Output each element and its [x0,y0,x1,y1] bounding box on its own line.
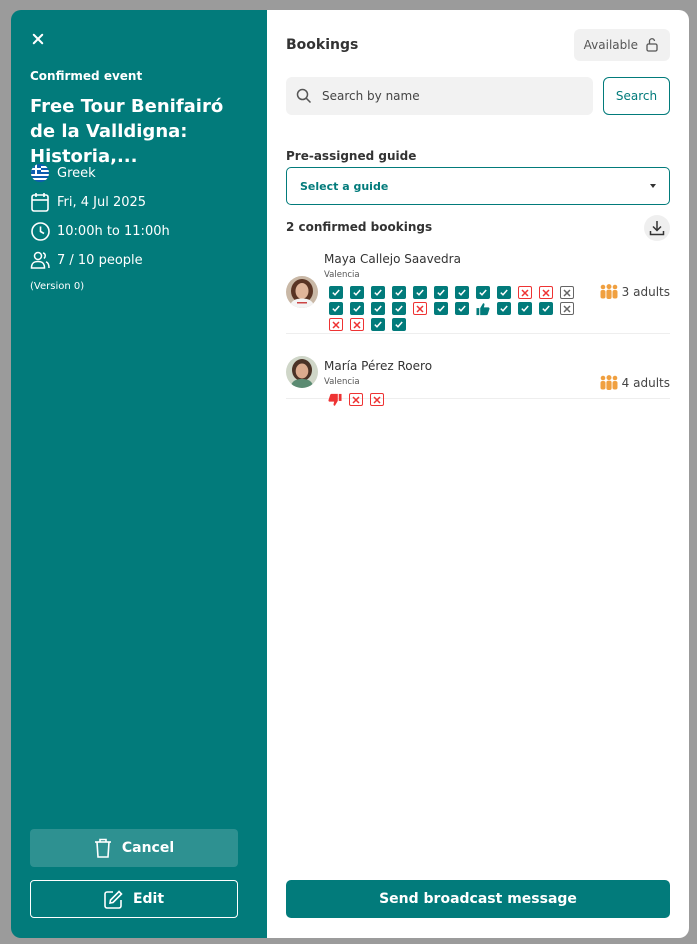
group-icon [600,375,618,390]
event-date-label: Fri, 4 Jul 2025 [57,194,147,210]
event-title: Free Tour Benifairó de la Valldigna: His… [30,96,224,167]
edit-button[interactable]: Edit [30,880,238,918]
clock-icon [30,221,50,241]
attended-check-icon [392,286,406,299]
edit-button-label: Edit [132,891,165,907]
booking-location: Valencia [324,377,360,387]
attended-check-icon [392,318,406,331]
booking-row[interactable]: María Pérez Roero Valencia 4 adults [286,348,670,406]
absent-cross-icon [350,318,364,331]
attendance-marks [328,393,591,406]
absent-cross-icon [349,393,363,406]
booking-people: 3 adults [599,284,670,299]
attended-check-icon [350,302,364,315]
booking-people-label: 4 adults [621,375,670,390]
absent-cross-icon [370,393,384,406]
booking-row[interactable]: Maya Callejo Saavedra Valencia 3 adults [286,251,670,334]
attended-check-icon [371,302,385,315]
cancel-button-label: Cancel [121,840,175,856]
event-status: Confirmed event [30,69,143,83]
booking-people-label: 3 adults [621,284,670,299]
attended-check-icon [476,286,490,299]
attended-check-icon [518,302,532,315]
attended-check-icon [371,318,385,331]
attended-check-icon [434,302,448,315]
attended-check-icon [497,302,511,315]
search-icon [296,88,312,104]
attended-check-icon [329,286,343,299]
booking-name: Maya Callejo Saavedra [324,252,461,266]
edit-icon [104,889,123,909]
attended-check-icon [392,302,406,315]
search-button[interactable]: Search [603,77,670,115]
event-people-label: 7 / 10 people [57,252,143,268]
chevron-down-icon [650,184,656,188]
booking-name: María Pérez Roero [324,359,433,373]
download-button[interactable] [644,215,670,241]
attended-check-icon [413,286,427,299]
absent-cross-icon [518,286,532,299]
unlock-icon [646,38,658,52]
greece-flag-icon [30,163,50,183]
attended-check-icon [455,286,469,299]
broadcast-button[interactable]: Send broadcast message [286,880,670,918]
event-info-panel: Confirmed event Free Tour Benifairó de l… [11,10,267,938]
close-icon[interactable] [29,30,47,48]
people-icon [30,250,50,270]
no-show-cross-icon [560,302,574,315]
absent-cross-icon [539,286,553,299]
avatar [286,356,318,388]
search-field [286,77,593,115]
event-time-label: 10:00h to 11:00h [57,223,170,239]
event-people: 7 / 10 people [30,250,143,270]
avatar [286,276,318,308]
event-language-label: Greek [57,165,96,181]
download-icon [649,221,665,236]
search-input[interactable] [322,89,572,103]
thumb-up-icon [476,302,490,315]
event-time: 10:00h to 11:00h [30,221,170,241]
availability-label: Available [583,38,638,52]
cancel-button[interactable]: Cancel [30,829,238,867]
booking-people: 4 adults [599,375,670,390]
attended-check-icon [455,302,469,315]
attended-check-icon [371,286,385,299]
event-modal: Confirmed event Free Tour Benifairó de l… [11,10,689,938]
no-show-cross-icon [560,286,574,299]
calendar-icon [30,192,50,212]
absent-cross-icon [329,318,343,331]
guide-select[interactable]: Select a guide [286,167,670,205]
bookings-panel: Bookings Available Search Pre-assigned g… [267,10,689,938]
trash-icon [94,838,111,858]
guide-label: Pre-assigned guide [286,149,417,163]
absent-cross-icon [413,302,427,315]
availability-toggle[interactable]: Available [573,29,670,61]
attended-check-icon [539,302,553,315]
attended-check-icon [497,286,511,299]
event-language: Greek [30,163,96,183]
booking-location: Valencia [324,270,360,280]
bookings-title: Bookings [286,37,359,53]
group-icon [600,284,618,299]
attended-check-icon [434,286,448,299]
thumb-down-icon [328,393,342,406]
event-version: (Version 0) [30,281,85,292]
event-date: Fri, 4 Jul 2025 [30,192,146,212]
attendance-marks [329,286,592,331]
attended-check-icon [329,302,343,315]
attended-check-icon [350,286,364,299]
guide-select-value: Select a guide [300,179,389,193]
bookings-count: 2 confirmed bookings [286,220,433,234]
